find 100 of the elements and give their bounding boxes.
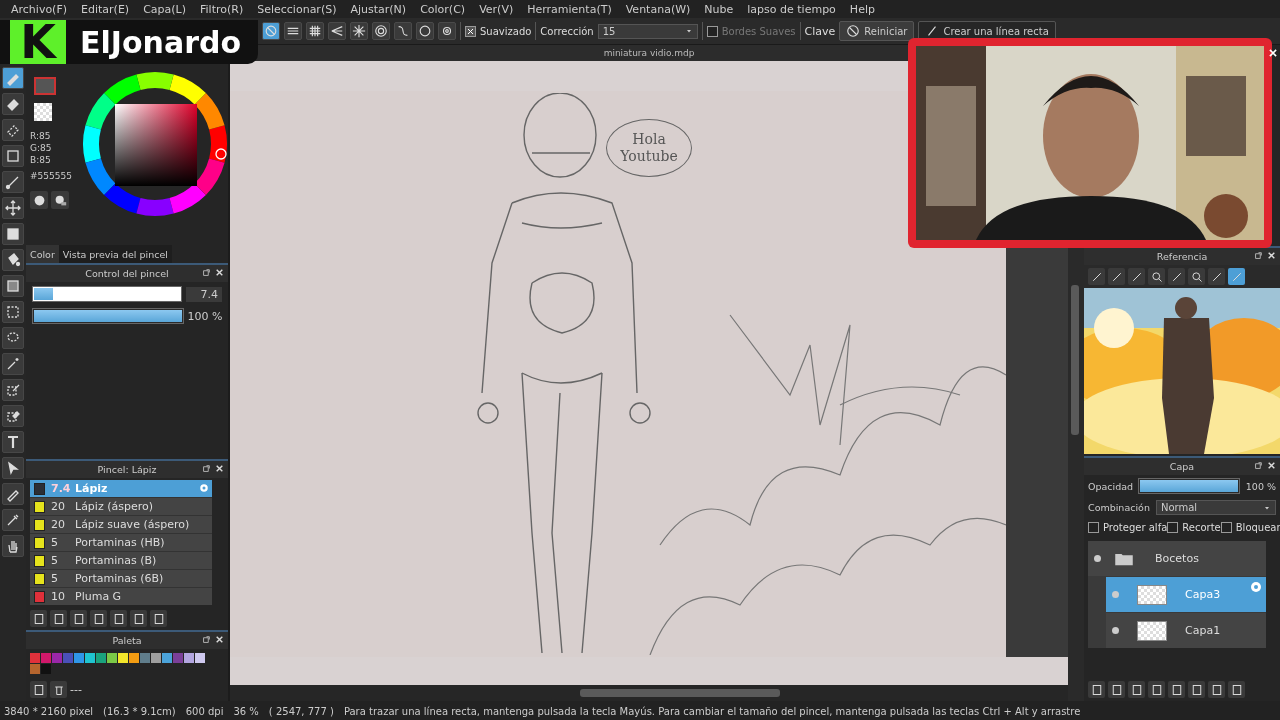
check-mark-icon [467,27,474,35]
menu-item[interactable]: Color(C) [413,2,473,16]
brush-size: 5 [51,536,59,549]
scrollbar-thumb[interactable] [1071,285,1079,435]
palette-swatch[interactable] [118,653,128,663]
menu-item[interactable]: Capa(L) [136,2,193,16]
brush-size: 5 [51,572,59,585]
popout-icon[interactable] [1254,251,1263,260]
status-text: Para trazar una línea recta, mantenga pulsada la tecla Mayús. Para cambiar el tamaño del pincel, mantenga pulsada las teclas Ctrl + Alt y arrastre [343,705,1081,717]
palette-swatch[interactable] [140,653,150,663]
popout-icon[interactable] [1254,461,1263,470]
checkbox-label: Proteger alfa [1103,522,1168,533]
palette-swatch[interactable] [41,653,51,663]
palette-swatch[interactable] [30,664,40,674]
menu-item[interactable]: Ajustar(N) [343,2,414,16]
checkbox-label: Recorte [1182,522,1221,533]
palette-swatch[interactable] [151,653,161,663]
brush-item[interactable]: 5 Portaminas (B) [30,552,212,569]
slider-value: 100 % [187,309,222,323]
slider[interactable] [32,286,182,302]
menu-item[interactable]: Editar(E) [74,2,137,16]
field-label: Corrección [540,25,594,37]
brush-name: Lápiz [75,482,108,495]
palette-swatch[interactable] [162,653,172,663]
visibility-icon[interactable] [1112,627,1119,634]
popout-icon[interactable] [202,635,211,644]
reset-button[interactable]: Reiniciar [839,21,915,41]
brush-item[interactable]: 10 Pluma G [30,588,212,605]
color-swatch[interactable] [34,77,56,95]
brush-name: Portaminas (B) [75,554,157,567]
status-text: (16.3 * 9.1cm) [103,705,176,717]
brush-size: 7.4 [51,482,69,495]
menu-item[interactable]: Archivo(F) [4,2,75,16]
color-wheel[interactable] [82,71,228,217]
menu-item[interactable]: Filtro(R) [193,2,251,16]
palette-swatch[interactable] [63,653,73,663]
caret-icon[interactable] [684,27,693,35]
menu-item[interactable]: Help [842,2,882,16]
brush-item[interactable]: 5 Portaminas (6B) [30,570,212,587]
layer-name: Capa1 [1185,624,1221,637]
rgb-value: G:85 [30,143,53,153]
visibility-icon[interactable] [1094,555,1101,562]
field-label: Combinación [1088,502,1150,513]
menu-item[interactable]: Seleccionar(S) [250,2,344,16]
checkbox[interactable] [465,25,476,37]
menu-item[interactable]: lapso de tiempo [740,2,843,16]
panel-title: Pincel: Lápiz [97,464,157,475]
checkbox[interactable] [1167,522,1179,533]
checkbox[interactable] [1088,522,1099,533]
popout-icon[interactable] [202,464,211,473]
document-tab[interactable]: miniatura vidio.mdp [603,48,695,58]
correction-dropdown[interactable]: 15 [597,23,698,39]
checkbox[interactable] [1220,522,1232,533]
popout-icon[interactable] [202,268,211,277]
slider-value: 100 % [1245,480,1276,492]
checkbox-label: Suavizado [480,25,532,37]
layer-row[interactable]: Bocetos [1088,541,1266,576]
rgb-value: R:85 [30,131,52,141]
panel-title: Capa [1169,461,1195,472]
menu-item[interactable]: Ventana(W) [618,2,698,16]
brush-size: 20 [51,518,66,531]
palette-swatch[interactable] [129,653,139,663]
brush-size: 10 [51,590,66,603]
palette-swatch[interactable] [96,653,106,663]
hex-value: #555555 [30,171,73,181]
palette-name: --- [70,683,82,696]
slider-value: 7.4 [186,286,222,302]
prohibited-icon[interactable] [846,24,861,38]
layer-name: Bocetos [1155,552,1199,565]
layer-thumbnail [1137,584,1167,605]
palette-swatch[interactable] [107,653,117,663]
rgb-value: B:85 [30,155,52,165]
panel-tab[interactable]: Color [26,245,59,263]
menu-item[interactable]: Nube [697,2,741,16]
field-label: Clave [804,24,836,38]
blend-dropdown[interactable]: Normal [1155,500,1276,515]
brush-name: Lápiz (áspero) [75,500,153,513]
brush-item[interactable]: 20 Lápiz (áspero) [30,498,212,515]
layer-row[interactable]: Capa1 [1106,613,1266,648]
panel-title: Control del pincel [85,268,169,279]
brush-name: Portaminas (6B) [75,572,164,585]
straight-line-button[interactable]: Crear una línea recta [918,21,1056,41]
status-text: 3840 * 2160 pixel [4,705,94,717]
palette-swatch[interactable] [30,653,40,663]
transparent-swatch[interactable] [34,103,52,121]
brush-item[interactable]: 20 Lápiz suave (áspero) [30,516,212,533]
palette-swatch[interactable] [52,653,62,663]
palette-swatch[interactable] [184,653,194,663]
palette-swatch[interactable] [74,653,84,663]
menu-item[interactable]: Herramienta(T) [520,2,619,16]
palette-swatch[interactable] [173,653,183,663]
logo-text: ElJonardo [80,24,242,60]
panel-tab[interactable]: Vista previa del pincel [58,245,172,263]
scrollbar-thumb[interactable] [580,689,780,697]
checkbox-label: Bloquear [1235,522,1280,533]
palette-swatch[interactable] [85,653,95,663]
palette-swatch[interactable] [195,653,205,663]
palette-swatch[interactable] [41,664,51,674]
brush-item[interactable]: 5 Portaminas (HB) [30,534,212,551]
menu-item[interactable]: Ver(V) [472,2,521,16]
